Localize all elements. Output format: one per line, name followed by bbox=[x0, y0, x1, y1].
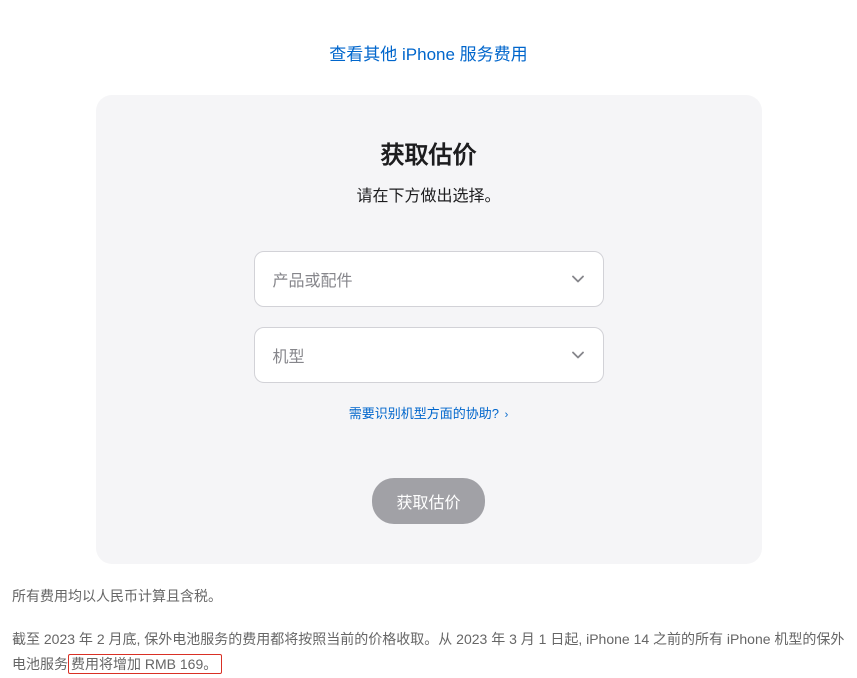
price-increase-highlight: 费用将增加 RMB 169。 bbox=[68, 654, 222, 674]
top-link-container: 查看其他 iPhone 服务费用 bbox=[0, 0, 857, 95]
footer-line-2: 截至 2023 年 2 月底, 保外电池服务的费用都将按照当前的价格收取。从 2… bbox=[12, 627, 845, 677]
help-link-text: 需要识别机型方面的协助? bbox=[349, 406, 499, 421]
other-iphone-fees-link[interactable]: 查看其他 iPhone 服务费用 bbox=[329, 45, 527, 64]
estimate-card: 获取估价 请在下方做出选择。 产品或配件 机型 需要识别机型方面的协助? › bbox=[96, 95, 762, 564]
chevron-right-icon: › bbox=[505, 409, 509, 421]
footer-text: 所有费用均以人民币计算且含税。 截至 2023 年 2 月底, 保外电池服务的费… bbox=[0, 584, 857, 678]
identify-model-help-link[interactable]: 需要识别机型方面的协助? › bbox=[349, 406, 509, 421]
card-title: 获取估价 bbox=[146, 135, 712, 170]
product-select-wrapper: 产品或配件 bbox=[254, 251, 604, 307]
product-select[interactable]: 产品或配件 bbox=[254, 251, 604, 307]
card-subtitle: 请在下方做出选择。 bbox=[146, 182, 712, 206]
model-select-wrapper: 机型 bbox=[254, 327, 604, 383]
get-estimate-button[interactable]: 获取估价 bbox=[372, 478, 484, 524]
model-select[interactable]: 机型 bbox=[254, 327, 604, 383]
model-select-placeholder: 机型 bbox=[273, 343, 305, 367]
chevron-down-icon bbox=[571, 348, 585, 362]
product-select-placeholder: 产品或配件 bbox=[273, 267, 353, 291]
footer-line-1: 所有费用均以人民币计算且含税。 bbox=[12, 584, 845, 609]
chevron-down-icon bbox=[571, 272, 585, 286]
help-link-container: 需要识别机型方面的协助? › bbox=[146, 403, 712, 423]
